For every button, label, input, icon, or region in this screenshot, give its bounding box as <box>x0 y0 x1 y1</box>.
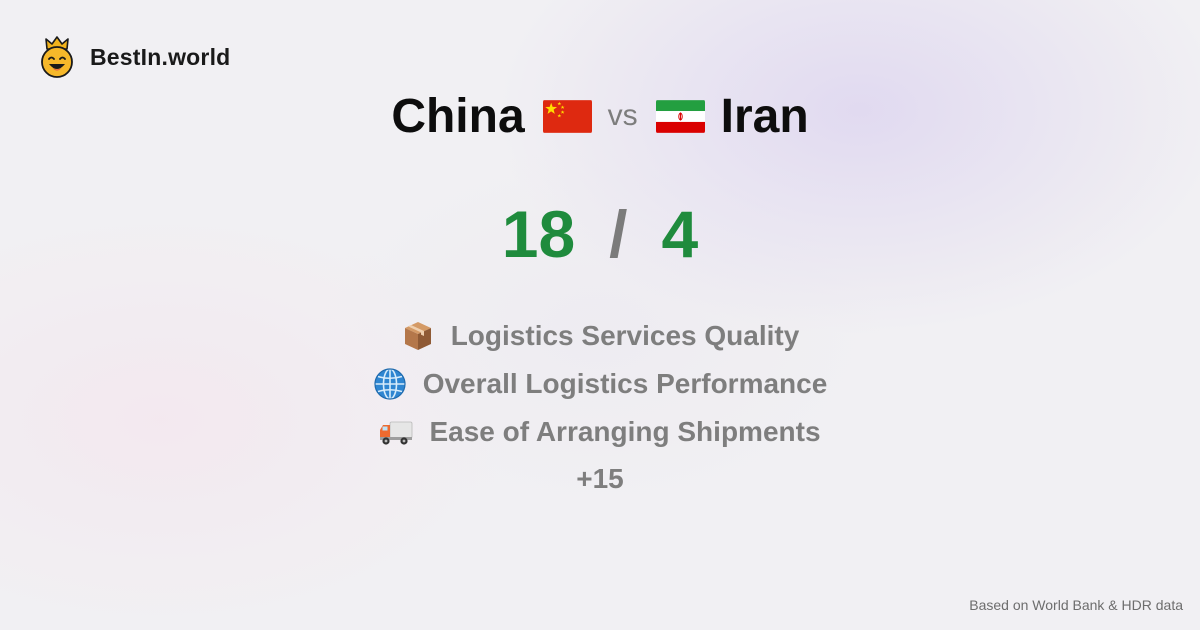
score-a: 18 <box>501 197 576 271</box>
score-separator: / <box>609 197 628 271</box>
metric-label: Overall Logistics Performance <box>422 368 828 399</box>
metrics-list: Logistics Services Quality Overall Logis… <box>0 312 1200 502</box>
delivery-truck-icon <box>380 421 413 445</box>
metric-item: Overall Logistics Performance <box>373 360 828 408</box>
crowned-smiley-icon <box>41 36 73 78</box>
data-source-note: Based on World Bank & HDR data <box>969 597 1183 613</box>
metric-item: Logistics Services Quality <box>401 312 800 360</box>
globe-icon <box>374 368 406 400</box>
score-b: 4 <box>661 197 699 271</box>
china-flag-icon <box>542 99 592 133</box>
iran-flag-icon <box>655 99 705 133</box>
metric-label: Logistics Services Quality <box>450 320 800 351</box>
country-b-name: Iran <box>720 89 809 143</box>
brand-name: BestIn.world <box>90 43 231 70</box>
vs-label: vs <box>607 99 638 132</box>
metric-label: Ease of Arranging Shipments <box>429 416 821 447</box>
comparison-title: China vs Iran <box>0 88 1200 144</box>
package-icon <box>404 322 431 350</box>
brand[interactable]: BestIn.world <box>38 36 230 78</box>
score: 18 / 4 <box>0 196 1200 272</box>
more-metrics-count: +15 <box>576 463 624 494</box>
country-a-name: China <box>391 89 525 143</box>
metric-item: Ease of Arranging Shipments <box>379 408 821 456</box>
